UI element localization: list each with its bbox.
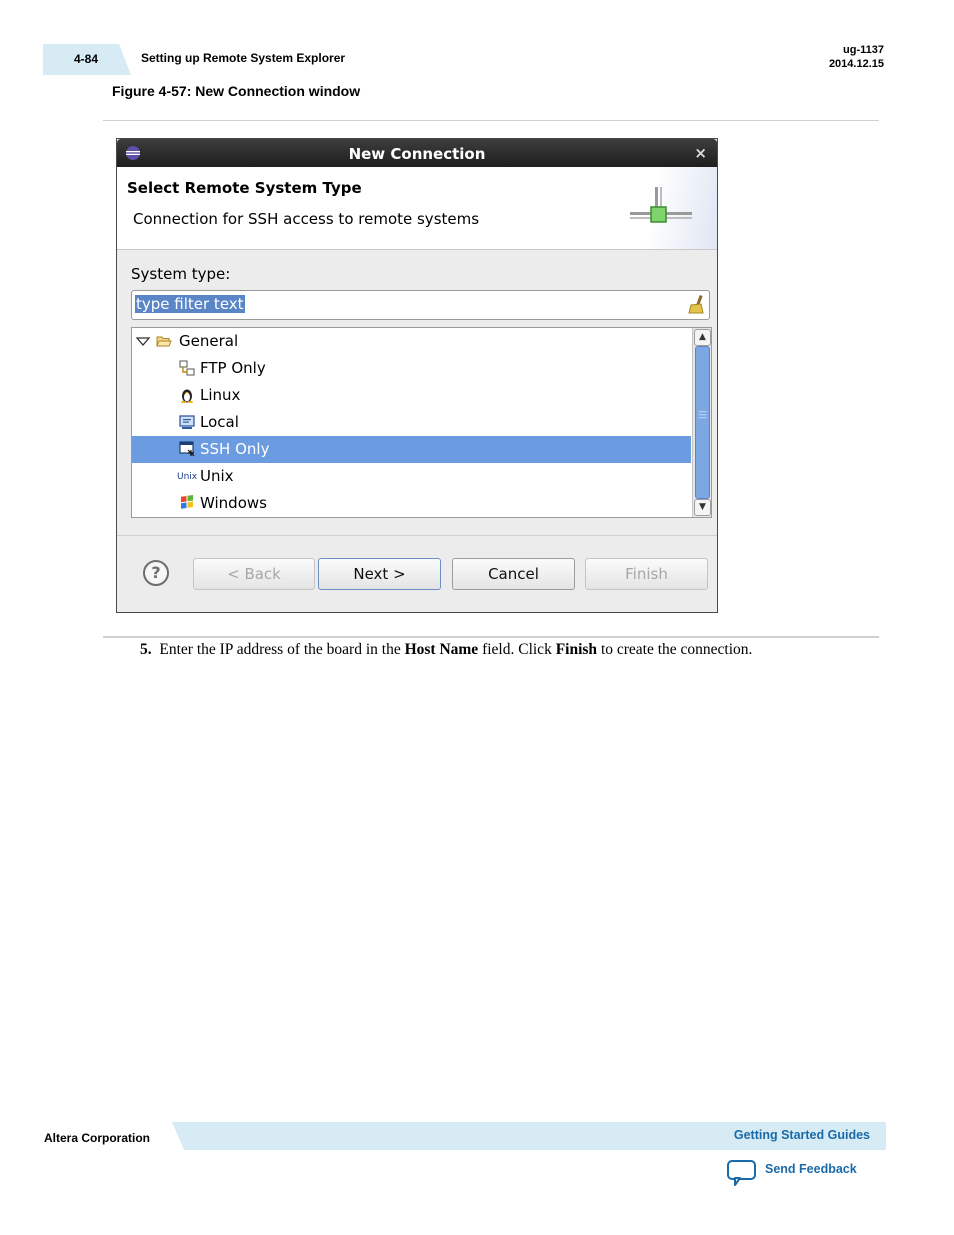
clear-filter-icon[interactable]: [687, 294, 707, 314]
step-text: field. Click: [478, 641, 556, 658]
scrollbar-grip-icon: — — —: [698, 407, 707, 423]
wizard-page-title: Select Remote System Type: [127, 179, 362, 197]
new-connection-dialog: New Connection × Select Remote System Ty…: [116, 138, 718, 613]
ssh-terminal-icon: [179, 441, 195, 457]
doc-date: 2014.12.15: [828, 58, 884, 70]
cancel-button[interactable]: Cancel: [452, 558, 575, 590]
figure-bottom-rule: [103, 636, 879, 638]
next-button[interactable]: Next >: [318, 558, 441, 590]
step-number: 5.: [140, 641, 152, 658]
help-icon[interactable]: ?: [143, 560, 169, 586]
ftp-icon: [179, 360, 195, 376]
system-type-label: System type:: [131, 265, 231, 283]
tree-item-label: FTP Only: [200, 359, 266, 377]
tree-item-label: Unix: [200, 467, 234, 485]
document-id: ug-1137 2014.12.15: [829, 43, 884, 71]
system-type-tree[interactable]: General FTP Only Linux Local SSH Only Un…: [131, 327, 712, 518]
dialog-titlebar[interactable]: New Connection ×: [117, 139, 717, 167]
step-5: 5. Enter the IP address of the board in …: [140, 641, 752, 659]
filter-input[interactable]: type filter text: [131, 290, 710, 320]
open-folder-icon: [156, 336, 172, 347]
button-bar-separator: [117, 535, 717, 536]
tree-item-label: Local: [200, 413, 239, 431]
tree-item-label: Linux: [200, 386, 241, 404]
tree-item-label: SSH Only: [200, 440, 270, 458]
linux-penguin-icon: [181, 389, 193, 403]
unix-icon: Unix: [177, 472, 198, 482]
step-bold-finish: Finish: [555, 641, 598, 658]
tree-item-ssh-only[interactable]: SSH Only: [132, 436, 691, 463]
filter-input-text[interactable]: type filter text: [135, 295, 245, 313]
doc-id-number: ug-1137: [843, 44, 884, 56]
footer-guide-link[interactable]: Getting Started Guides: [734, 1128, 870, 1142]
finish-button[interactable]: Finish: [585, 558, 708, 590]
tree-item-ftp-only[interactable]: FTP Only: [132, 355, 691, 382]
send-feedback-link[interactable]: Send Feedback: [765, 1162, 857, 1176]
tree-group-general[interactable]: General: [132, 328, 691, 355]
figure-top-rule: [103, 120, 879, 121]
wizard-banner: Select Remote System Type Connection for…: [117, 167, 717, 250]
windows-icon: [181, 495, 193, 509]
tree-scrollbar[interactable]: ▲ — — — ▼: [692, 328, 711, 517]
section-title: Setting up Remote System Explorer: [141, 51, 346, 65]
page-number: 4-84: [74, 52, 99, 66]
wizard-page-description: Connection for SSH access to remote syst…: [133, 210, 480, 228]
local-computer-icon: [179, 415, 195, 429]
tree-item-label: Windows: [200, 494, 267, 512]
scroll-up-icon[interactable]: ▲: [694, 329, 711, 346]
back-button[interactable]: < Back: [193, 558, 315, 590]
dialog-title: New Connection: [348, 145, 486, 163]
feedback-speech-bubble-icon[interactable]: [726, 1159, 758, 1187]
footer-company: Altera Corporation: [44, 1131, 151, 1145]
tree-group-label: General: [179, 332, 239, 350]
scroll-down-icon[interactable]: ▼: [694, 499, 711, 516]
step-text: to create the connection.: [597, 641, 753, 658]
network-connection-icon: [630, 187, 692, 223]
close-icon[interactable]: ×: [694, 144, 707, 162]
step-bold-host-name: Host Name: [404, 641, 479, 658]
expand-triangle-icon[interactable]: [135, 333, 151, 349]
step-text: Enter the IP address of the board in the: [159, 641, 405, 658]
tree-item-local[interactable]: Local: [132, 409, 691, 436]
tree-item-linux[interactable]: Linux: [132, 382, 691, 409]
figure-caption: Figure 4-57: New Connection window: [112, 83, 361, 99]
tree-item-unix[interactable]: Unix Unix: [132, 463, 691, 490]
tree-item-windows[interactable]: Windows: [132, 490, 691, 517]
